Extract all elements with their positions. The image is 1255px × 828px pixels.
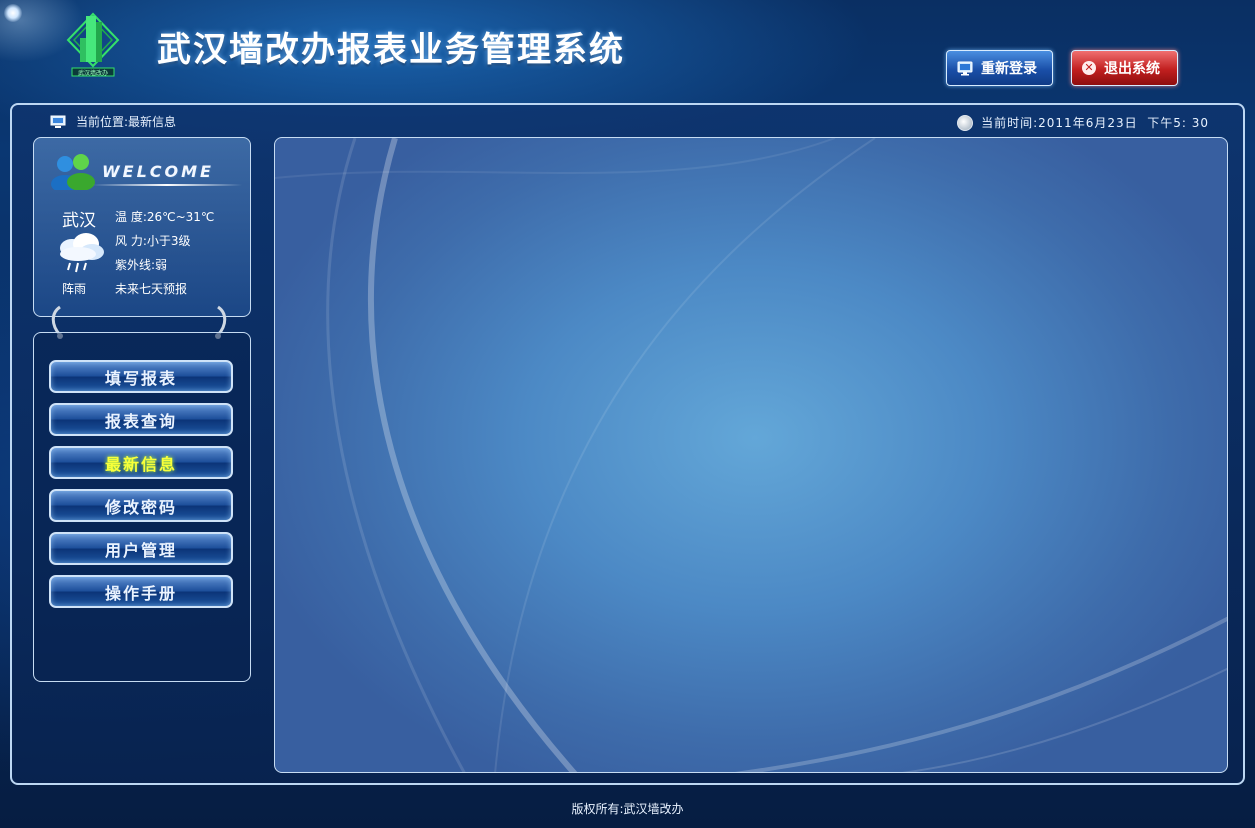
monitor-icon [50, 115, 66, 128]
users-icon [51, 154, 95, 190]
nav-change-password-button[interactable]: 修改密码 [49, 489, 233, 522]
logo-text: 武汉墙改办 [78, 69, 108, 77]
weather-uv: 紫外线:弱 [115, 258, 168, 272]
nav-panel: 填写报表 报表查询 最新信息 修改密码 用户管理 操作手册 [33, 332, 251, 682]
weather-condition: 阵雨 [62, 282, 87, 296]
weather-panel: WELCOME 武汉 阵雨 温 度:26℃~31℃ 风 力:小于3级 紫外线:弱… [33, 137, 251, 317]
relogin-label: 重新登录 [981, 61, 1037, 77]
close-circle-icon: ✕ [1082, 61, 1096, 75]
time-value: 2011年6月23日 下午5: 30 [1038, 116, 1209, 130]
content-area [274, 137, 1228, 773]
location-value: 最新信息 [128, 115, 177, 129]
logo: 武汉墙改办 [66, 12, 120, 77]
exit-button[interactable]: ✕ 退出系统 [1071, 50, 1178, 86]
welcome-divider [92, 184, 242, 186]
current-time: 当前时间:2011年6月23日 下午5: 30 [957, 114, 1209, 131]
nav-fill-report-button[interactable]: 填写报表 [49, 360, 233, 393]
time-label: 当前时间: [981, 116, 1039, 130]
exit-label: 退出系统 [1104, 61, 1160, 77]
main-frame: 当前位置:最新信息 当前时间:2011年6月23日 下午5: 30 WELCOM… [10, 103, 1245, 785]
nav-report-query-button[interactable]: 报表查询 [49, 403, 233, 436]
nav-user-management-button[interactable]: 用户管理 [49, 532, 233, 565]
breadcrumb: 当前位置:最新信息 [50, 113, 176, 130]
relogin-button[interactable]: 重新登录 [946, 50, 1053, 86]
rain-cloud-icon [60, 233, 104, 273]
spotlight-icon [4, 4, 22, 22]
weather-wind: 风 力:小于3级 [115, 234, 191, 248]
footer-copyright: 版权所有:武汉墙改办 [571, 802, 684, 816]
welcome-text: WELCOME [102, 162, 214, 181]
header: 武汉墙改办 武汉墙改办报表业务管理系统 重新登录 ✕ 退出系统 [0, 0, 1255, 100]
nav-manual-button[interactable]: 操作手册 [49, 575, 233, 608]
weather-temperature: 温 度:26℃~31℃ [115, 210, 215, 224]
weather-city: 武汉 [62, 211, 96, 231]
monitor-icon [957, 61, 973, 75]
system-title: 武汉墙改办报表业务管理系统 [157, 30, 625, 70]
nav-latest-info-button[interactable]: 最新信息 [49, 446, 233, 479]
location-label: 当前位置: [76, 115, 129, 129]
clock-icon [957, 114, 974, 131]
weather-forecast-link[interactable]: 未来七天预报 [115, 280, 187, 297]
background-swooshes [275, 138, 1227, 772]
